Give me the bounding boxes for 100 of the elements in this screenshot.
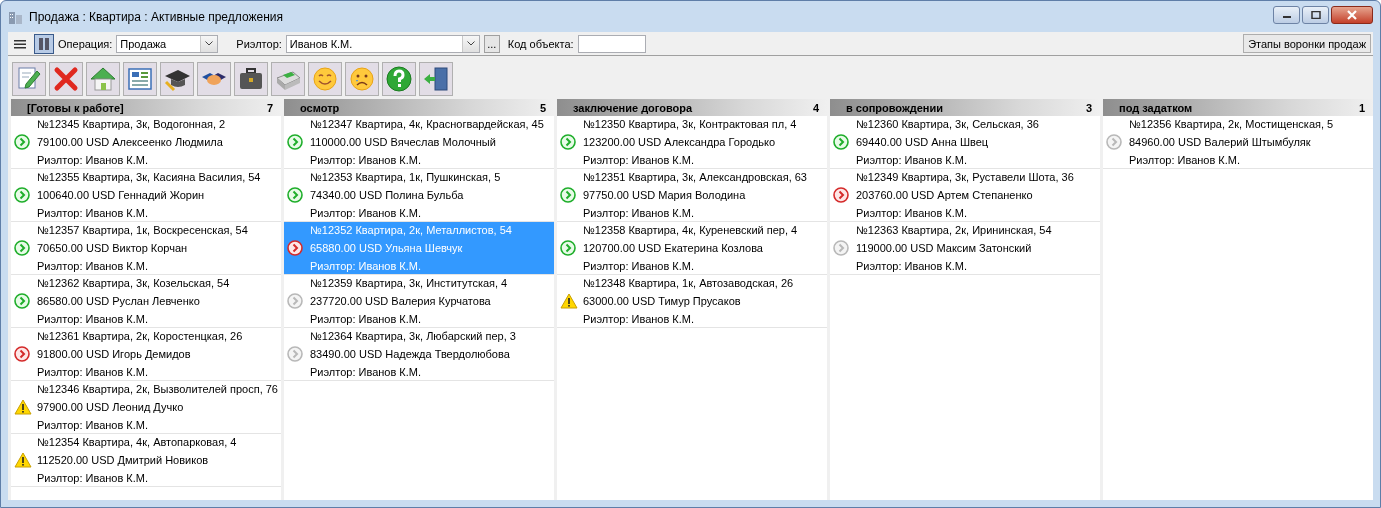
- card-text: Риэлтор: Иванов К.М.: [37, 365, 150, 380]
- card-text: 70650.00 USD Виктор Корчан: [37, 241, 189, 256]
- object-code-field[interactable]: [577, 34, 646, 53]
- maximize-icon: [1310, 10, 1321, 19]
- briefcase-icon: [240, 68, 262, 89]
- warning-icon: [14, 399, 32, 415]
- card-text: 203760.00 USD Артем Степаненко: [856, 188, 1034, 203]
- warning-icon: [560, 293, 578, 309]
- toolbar-button[interactable]: [197, 62, 231, 96]
- card-text: №12362 Квартира, 3к, Козельская, 54: [37, 276, 230, 291]
- exit-door-icon: [424, 67, 448, 91]
- card-text: Риэлтор: Иванов К.М.: [310, 365, 423, 380]
- offer-card[interactable]: №12350 Квартира, 3к, Контрактовая пл, 4 123200.00 USD Александра Городько Риэлтор: Иванов К.М.: [557, 116, 827, 169]
- card-text: №12347 Квартира, 4к, Красногвардейская, 45: [310, 117, 544, 132]
- offer-card[interactable]: №12357 Квартира, 1к, Воскресенская, 54 70650.00 USD Виктор Корчан Риэлтор: Иванов К.М.: [11, 222, 281, 275]
- offer-card[interactable]: №12348 Квартира, 1к, Автозаводская, 26 63000.00 USD Тимур Прусаков Риэлтор: Иванов К.М.: [557, 275, 827, 328]
- card-text: Риэлтор: Иванов К.М.: [37, 312, 150, 327]
- offer-card[interactable]: №12364 Квартира, 3к, Любарский пер, 3 83490.00 USD Надежда Твердолюбова Риэлтор: Иванов К.М.: [284, 328, 554, 381]
- offer-card[interactable]: №12359 Квартира, 3к, Институтская, 4 237720.00 USD Валерия Курчатова Риэлтор: Иванов К.М.: [284, 275, 554, 328]
- offer-card[interactable]: №12346 Квартира, 2к, Вызволителей просп, 76 97900.00 USD Леонид Дучко Риэлтор: Иванов К.М.: [11, 381, 281, 434]
- card-text: 120700.00 USD Екатерина Козлова: [583, 241, 764, 256]
- card-text: 74340.00 USD Полина Бульба: [310, 188, 465, 203]
- toolbar-button[interactable]: [419, 62, 453, 96]
- card-text: №12354 Квартира, 4к, Автопарковая, 4: [37, 435, 237, 450]
- realtor-dropdown[interactable]: Иванов К.М.: [285, 34, 480, 53]
- card-text: №12349 Квартира, 3к, Руставели Шота, 36: [856, 170, 1074, 185]
- card-text: 97750.00 USD Мария Володина: [583, 188, 747, 203]
- operation-label: Операция:: [58, 37, 113, 50]
- minimize-button[interactable]: [1273, 5, 1300, 24]
- card-text: Риэлтор: Иванов К.М.: [1129, 153, 1242, 168]
- close-button[interactable]: [1331, 5, 1373, 24]
- offer-card[interactable]: №12361 Квартира, 2к, Коростенцкая, 26 91800.00 USD Игорь Демидов Риэлтор: Иванов К.М.: [11, 328, 281, 381]
- card-text: 84960.00 USD Валерий Штымбуляк: [1129, 135, 1312, 150]
- toolbar-button[interactable]: [234, 62, 268, 96]
- graduation-cap-icon: [164, 70, 190, 92]
- card-text: Риэлтор: Иванов К.М.: [583, 153, 696, 168]
- card-text: 123200.00 USD Александра Городько: [583, 135, 777, 150]
- object-code-label: Код объекта:: [507, 37, 574, 50]
- card-text: №12364 Квартира, 3к, Любарский пер, 3: [310, 329, 516, 344]
- list-icon: [14, 38, 26, 49]
- funnel-stages-button[interactable]: Этапы воронки продаж: [1243, 34, 1371, 53]
- card-text: Риэлтор: Иванов К.М.: [583, 206, 696, 221]
- card-text: 69440.00 USD Анна Швец: [856, 135, 990, 150]
- stage-count: 1: [1358, 101, 1365, 114]
- card-text: №12345 Квартира, 3к, Водогонная, 2: [37, 117, 226, 132]
- card-text: №12359 Квартира, 3к, Институтская, 4: [310, 276, 508, 291]
- offer-card[interactable]: №12351 Квартира, 3к, Александровская, 63 97750.00 USD Мария Володина Риэлтор: Иванов К.М.: [557, 169, 827, 222]
- card-text: №12357 Квартира, 1к, Воскресенская, 54: [37, 223, 248, 238]
- columns-icon: [38, 36, 50, 51]
- realtor-label: Риэлтор:: [236, 37, 282, 50]
- stage-title: под задатком: [1119, 101, 1193, 114]
- card-text: №12353 Квартира, 1к, Пушкинская, 5: [310, 170, 501, 185]
- operation-dropdown[interactable]: Продажа: [116, 34, 219, 53]
- window-title: Продажа : Квартира : Активные предложения: [29, 9, 283, 24]
- edit-icon: [18, 67, 41, 89]
- stage-count: 7: [266, 101, 273, 114]
- card-text: 79100.00 USD Алексеенко Людмила: [37, 135, 224, 150]
- offer-card[interactable]: №12349 Квартира, 3к, Руставели Шота, 36 203760.00 USD Артем Степаненко Риэлтор: Иванов К.М.: [830, 169, 1100, 222]
- toolbar-button[interactable]: [160, 62, 194, 96]
- offer-card[interactable]: №12355 Квартира, 3к, Касияна Василия, 54 100640.00 USD Геннадий Жорин Риэлтор: Иванов К.М.: [11, 169, 281, 222]
- card-text: №12355 Квартира, 3к, Касияна Василия, 54: [37, 170, 261, 185]
- maximize-button[interactable]: [1302, 5, 1329, 24]
- card-text: Риэлтор: Иванов К.М.: [856, 259, 969, 274]
- offer-card[interactable]: №12363 Квартира, 2к, Ирининская, 54 119000.00 USD Максим Затонский Риэлтор: Иванов К.М.: [830, 222, 1100, 275]
- offer-card[interactable]: №12360 Квартира, 3к, Сельская, 36 69440.00 USD Анна Швец Риэлтор: Иванов К.М.: [830, 116, 1100, 169]
- stage-count: 5: [539, 101, 546, 114]
- card-text: Риэлтор: Иванов К.М.: [310, 206, 423, 221]
- card-text: №12363 Квартира, 2к, Ирининская, 54: [856, 223, 1052, 238]
- card-text: №12356 Квартира, 2к, Мостищенская, 5: [1129, 117, 1334, 132]
- card-text: Риэлтор: Иванов К.М.: [583, 312, 696, 327]
- offer-card[interactable]: №12354 Квартира, 4к, Автопарковая, 4 112520.00 USD Дмитрий Новиков Риэлтор: Иванов К.М.: [11, 434, 281, 487]
- card-text: 91800.00 USD Игорь Демидов: [37, 347, 192, 362]
- card-text: 63000.00 USD Тимур Прусаков: [583, 294, 742, 309]
- columns-view-button[interactable]: [34, 33, 54, 54]
- smiley-icon: [313, 67, 337, 91]
- browse-button[interactable]: ...: [483, 34, 500, 53]
- sad-face-icon: [350, 67, 374, 91]
- toolbar-button[interactable]: [123, 62, 157, 96]
- offer-card[interactable]: №12347 Квартира, 4к, Красногвардейская, 45 110000.00 USD Вячеслав Молочный Риэлтор: Иванов К.М.: [284, 116, 554, 169]
- card-text: Риэлтор: Иванов К.М.: [37, 259, 150, 274]
- card-text: №12350 Квартира, 3к, Контрактовая пл, 4: [583, 117, 797, 132]
- card-text: 237720.00 USD Валерия Курчатова: [310, 294, 492, 309]
- offer-card[interactable]: №12362 Квартира, 3к, Козельская, 54 86580.00 USD Руслан Левченко Риэлтор: Иванов К.М.: [11, 275, 281, 328]
- card-text: Риэлтор: Иванов К.М.: [583, 259, 696, 274]
- card-text: Риэлтор: Иванов К.М.: [310, 312, 423, 327]
- card-text: 110000.00 USD Вячеслав Молочный: [310, 135, 497, 150]
- stage-title: [Готовы к работе]: [27, 101, 124, 114]
- card-text: №12351 Квартира, 3к, Александровская, 63: [583, 170, 807, 185]
- toolbar-button[interactable]: [382, 62, 416, 96]
- offer-card[interactable]: №12358 Квартира, 4к, Куреневский пер, 4 120700.00 USD Екатерина Козлова Риэлтор: Иванов К.М.: [557, 222, 827, 275]
- help-icon: [386, 66, 412, 92]
- offer-card[interactable]: №12356 Квартира, 2к, Мостищенская, 5 84960.00 USD Валерий Штымбуляк Риэлтор: Иванов К.М.: [1103, 116, 1373, 169]
- card-text: Риэлтор: Иванов К.М.: [310, 259, 423, 274]
- card-text: 65880.00 USD Ульяна Шевчук: [310, 241, 464, 256]
- printer-icon: [276, 71, 301, 90]
- caret-icon: [466, 41, 475, 46]
- stage-count: 3: [1085, 101, 1092, 114]
- offer-card[interactable]: №12345 Квартира, 3к, Водогонная, 2 79100.00 USD Алексеенко Людмила Риэлтор: Иванов К.М.: [11, 116, 281, 169]
- card-text: Риэлтор: Иванов К.М.: [856, 153, 969, 168]
- stage-title: заключение договора: [573, 101, 693, 114]
